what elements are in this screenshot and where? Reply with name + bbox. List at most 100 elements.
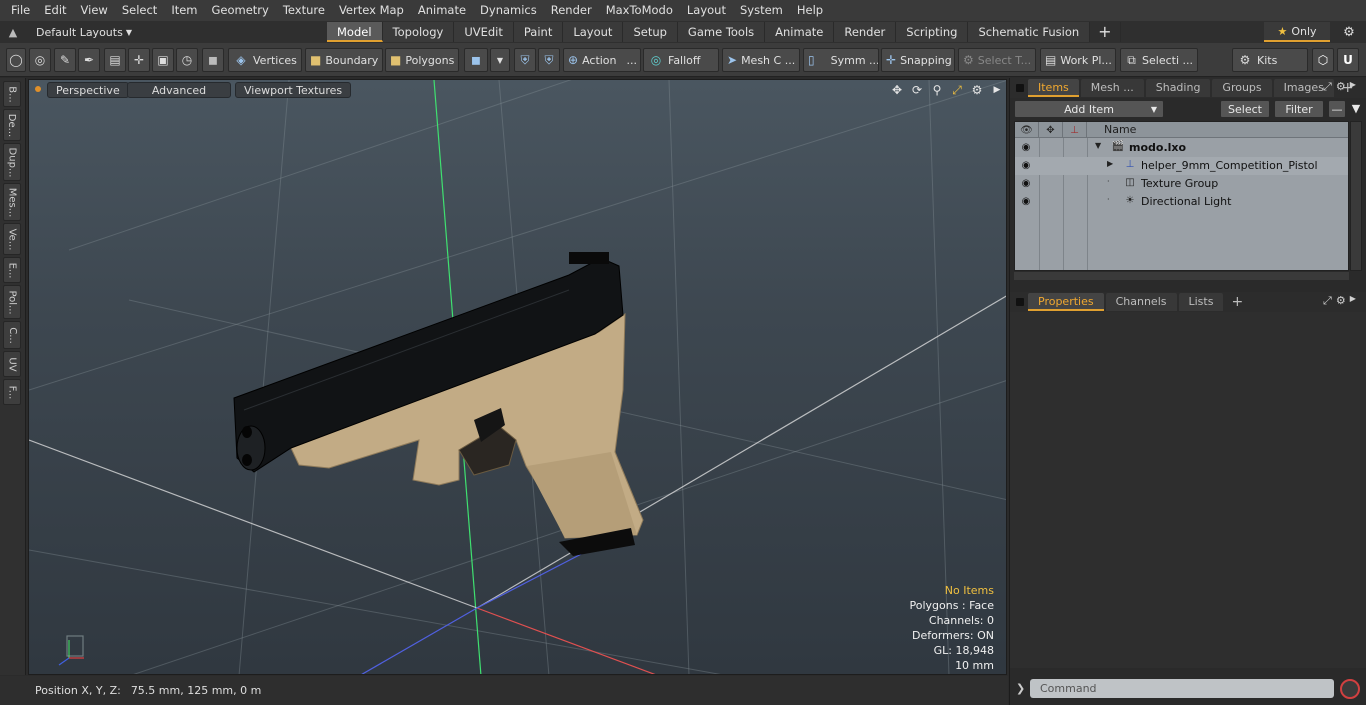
select-circle-button[interactable]: ◯ xyxy=(6,48,26,72)
left-tab-mesh-edit[interactable]: Mes... xyxy=(3,183,21,221)
menu-render[interactable]: Render xyxy=(544,0,599,21)
tab-items[interactable]: Items xyxy=(1028,79,1079,97)
left-tab-curve[interactable]: C... xyxy=(3,321,21,349)
menu-maxtomodo[interactable]: MaxToModo xyxy=(599,0,680,21)
selection-sets-button[interactable]: ⧉ Selecti ... xyxy=(1120,48,1198,72)
align-button[interactable]: ▤ xyxy=(104,48,126,72)
menu-help[interactable]: Help xyxy=(790,0,830,21)
collapse-arrow-icon[interactable]: ▲ xyxy=(6,26,20,39)
zoom-view-icon[interactable]: ⚲ xyxy=(929,81,945,99)
items-vertical-scrollbar[interactable] xyxy=(1350,121,1362,271)
tab-model[interactable]: Model xyxy=(327,22,383,42)
expand-panel-icon[interactable]: ⤢ xyxy=(1323,80,1332,94)
menu-file[interactable]: File xyxy=(4,0,37,21)
kits-button[interactable]: ⚙ Kits xyxy=(1232,48,1308,72)
axis-column-icon[interactable]: ⊥ xyxy=(1063,122,1087,138)
only-toggle[interactable]: ★ Only xyxy=(1264,22,1330,42)
left-tab-vertex[interactable]: Ve... xyxy=(3,223,21,255)
name-column-header[interactable]: Name xyxy=(1104,122,1136,138)
lock-column-icon[interactable]: ✥ xyxy=(1039,122,1063,138)
material-dropdown[interactable]: ▼ xyxy=(490,48,510,72)
eye-icon[interactable]: ◉ xyxy=(1019,196,1033,208)
symmetry-b-button[interactable]: ⛨ xyxy=(538,48,560,72)
tab-setup[interactable]: Setup xyxy=(623,22,678,42)
left-tab-polygon[interactable]: Pol... xyxy=(3,285,21,319)
tab-game-tools[interactable]: Game Tools xyxy=(677,22,766,42)
menu-edit[interactable]: Edit xyxy=(37,0,73,21)
eye-icon[interactable]: ◉ xyxy=(1019,160,1033,172)
unreal-button[interactable]: U xyxy=(1337,48,1359,72)
item-mode-button[interactable]: ◼ xyxy=(202,48,224,72)
symmetry-a-button[interactable]: ⛨ xyxy=(514,48,536,72)
list-item-directional-light[interactable]: ◉ · ☀ Directional Light xyxy=(1015,193,1348,211)
action-center-button[interactable]: ⊕ Action... xyxy=(563,48,641,72)
menu-animate[interactable]: Animate xyxy=(411,0,473,21)
panel-gear-icon[interactable]: ⚙ xyxy=(1336,294,1346,308)
left-tab-duplicate[interactable]: Dup... xyxy=(3,143,21,181)
move-view-icon[interactable]: ✥ xyxy=(889,81,905,99)
expand-triangle-icon[interactable]: ▼ xyxy=(1095,141,1101,150)
menu-geometry[interactable]: Geometry xyxy=(205,0,276,21)
tab-uvedit[interactable]: UVEdit xyxy=(454,22,514,42)
work-plane-button[interactable]: ▤ Work Pl... xyxy=(1040,48,1116,72)
tab-properties[interactable]: Properties xyxy=(1028,293,1104,311)
tab-groups[interactable]: Groups xyxy=(1212,79,1272,97)
maximize-view-icon[interactable]: ⤢ xyxy=(949,81,965,99)
falloff-button[interactable]: ◎ Falloff xyxy=(643,48,719,72)
tab-mesh[interactable]: Mesh ... xyxy=(1080,79,1144,97)
rotate-view-icon[interactable]: ⟳ xyxy=(909,81,925,99)
advanced-button[interactable]: Advanced xyxy=(127,82,231,98)
menu-system[interactable]: System xyxy=(733,0,790,21)
expand-triangle-icon[interactable]: ▶ xyxy=(1107,159,1113,168)
3d-viewport[interactable]: Perspective Advanced Viewport Textures ✥… xyxy=(28,79,1007,675)
list-item-modo-lxo[interactable]: ◉ ▼ 🎬 modo.lxo xyxy=(1015,139,1348,157)
menu-view[interactable]: View xyxy=(74,0,115,21)
frame-button[interactable]: ▣ xyxy=(152,48,174,72)
tab-render[interactable]: Render xyxy=(834,22,897,42)
tab-scripting[interactable]: Scripting xyxy=(896,22,969,42)
tab-shading[interactable]: Shading xyxy=(1145,79,1211,97)
tab-schematic-fusion[interactable]: Schematic Fusion xyxy=(968,22,1091,42)
panel-menu-arrow-icon[interactable]: ▶ xyxy=(1350,294,1356,308)
collapse-button[interactable]: — xyxy=(1328,100,1346,118)
left-tab-fusion[interactable]: F... xyxy=(3,379,21,405)
list-item-texture-group[interactable]: ◉ · ◫ Texture Group xyxy=(1015,175,1348,193)
viewport-expand-icon[interactable]: ▶ xyxy=(989,81,1005,99)
menu-layout[interactable]: Layout xyxy=(680,0,733,21)
tab-topology[interactable]: Topology xyxy=(382,22,455,42)
command-input[interactable]: Command xyxy=(1030,679,1334,698)
tab-channels[interactable]: Channels xyxy=(1105,293,1177,311)
expand-panel-icon[interactable]: ⤢ xyxy=(1323,294,1332,308)
add-tab-icon[interactable]: + xyxy=(1090,22,1121,42)
filter-button[interactable]: Filter xyxy=(1274,100,1324,118)
select-through-button[interactable]: ⚙ Select T... xyxy=(958,48,1036,72)
unity-button[interactable]: ⬡ xyxy=(1312,48,1334,72)
select-button[interactable]: Select xyxy=(1220,100,1270,118)
menu-item[interactable]: Item xyxy=(164,0,204,21)
items-list[interactable]: 👁 ✥ ⊥ Name ◉ ▼ 🎬 modo.lxo ◉ ▶ ⊥ helper_9… xyxy=(1014,121,1349,271)
add-panel-tab-icon[interactable]: + xyxy=(1225,293,1249,311)
tab-paint[interactable]: Paint xyxy=(513,22,564,42)
add-item-button[interactable]: Add Item ▼ xyxy=(1014,100,1164,118)
menu-dynamics[interactable]: Dynamics xyxy=(473,0,544,21)
menu-select[interactable]: Select xyxy=(115,0,164,21)
viewport-gear-icon[interactable]: ⚙ xyxy=(969,81,985,99)
tab-animate[interactable]: Animate xyxy=(765,22,835,42)
snapping-button[interactable]: ✛ Snapping xyxy=(881,48,955,72)
mesh-constraints-button[interactable]: ➤ Mesh C ... xyxy=(722,48,800,72)
panel-menu-arrow-icon[interactable]: ▶ xyxy=(1350,80,1356,94)
symmetry-button[interactable]: ▯ Symm ... xyxy=(803,48,879,72)
panel-gear-icon[interactable]: ⚙ xyxy=(1336,80,1346,94)
center-button[interactable]: ✛ xyxy=(128,48,150,72)
menu-vertex-map[interactable]: Vertex Map xyxy=(332,0,411,21)
gear-icon[interactable]: ⚙ xyxy=(1338,22,1360,42)
brush-button[interactable]: ✒ xyxy=(78,48,100,72)
boundary-button[interactable]: ■ Boundary xyxy=(305,48,383,72)
tab-lists[interactable]: Lists xyxy=(1178,293,1224,311)
left-tab-deform[interactable]: De... xyxy=(3,109,21,141)
command-chevron-icon[interactable]: ❯ xyxy=(1016,682,1025,695)
layout-picker[interactable]: ▲ Default Layouts ▼ xyxy=(0,21,138,43)
record-macro-icon[interactable] xyxy=(1340,679,1360,699)
polygons-button[interactable]: ■ Polygons xyxy=(385,48,459,72)
list-item-helper[interactable]: ◉ ▶ ⊥ helper_9mm_Competition_Pistol xyxy=(1015,157,1348,175)
